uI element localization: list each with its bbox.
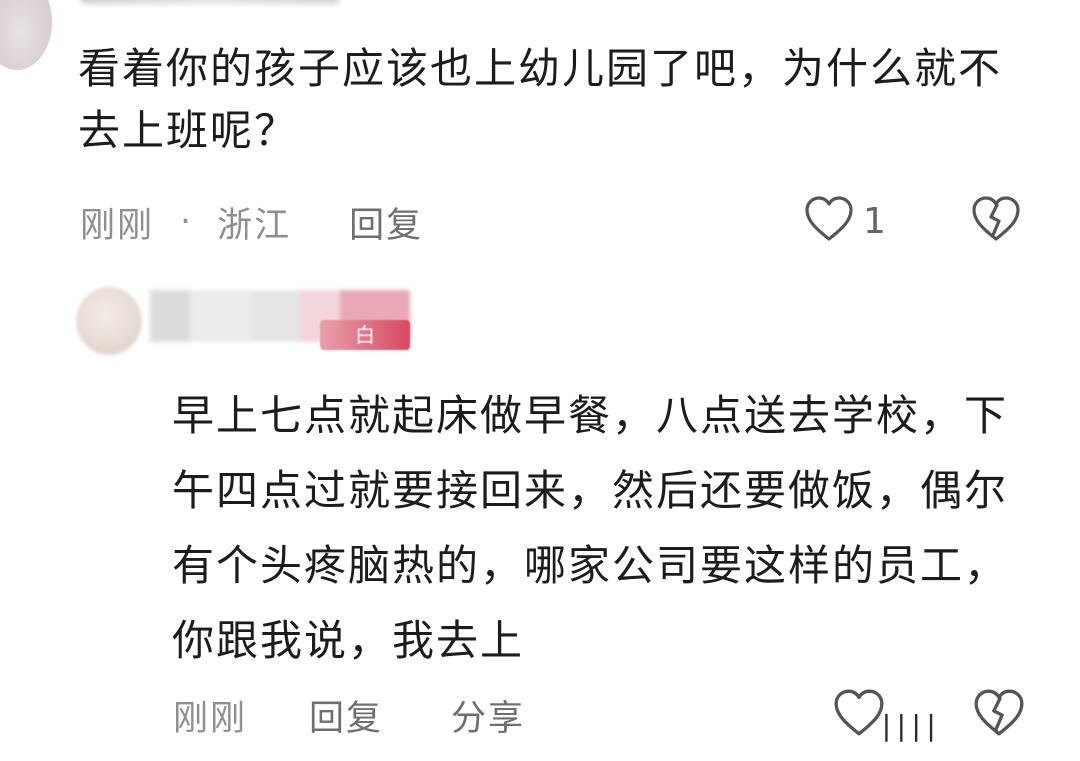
like-button[interactable]: 1 xyxy=(803,195,886,247)
heart-outline-icon xyxy=(803,195,855,247)
broken-heart-icon xyxy=(970,196,1022,247)
watermark-text: |||| xyxy=(878,709,939,742)
like-count: 1 xyxy=(863,200,886,242)
avatar[interactable] xyxy=(76,287,142,355)
dislike-button[interactable] xyxy=(970,195,1022,247)
reply-button[interactable]: 回复 xyxy=(309,690,383,741)
comment-text: 看着你的孩子应该也上幼儿园了吧，为什么就不去上班呢？ xyxy=(78,44,1003,155)
comment-meta: 刚刚 · 浙江 回复 xyxy=(80,196,423,248)
avatar[interactable] xyxy=(0,0,52,70)
share-button[interactable]: 分享 xyxy=(451,690,525,741)
meta-separator: · xyxy=(180,202,192,242)
comment-location: 浙江 xyxy=(217,205,292,246)
comment-text: 早上七点就起床做早餐，八点送去学校，下午四点过就要接回来，然后还要做饭，偶尔有个… xyxy=(172,391,1009,665)
comment-time: 刚刚 xyxy=(80,205,155,246)
comment-time: 刚刚 xyxy=(173,698,248,739)
user-badge: 白 xyxy=(320,320,410,350)
username-blurred[interactable] xyxy=(80,0,340,4)
reply-button[interactable]: 回复 xyxy=(349,197,423,248)
comment-meta: 刚刚 回复 分享 xyxy=(173,689,525,741)
comment-thread: 看着你的孩子应该也上幼儿园了吧，为什么就不去上班呢？ 刚刚 · 浙江 回复 1 … xyxy=(0,0,1080,761)
watermark: |||| xyxy=(878,702,1054,742)
